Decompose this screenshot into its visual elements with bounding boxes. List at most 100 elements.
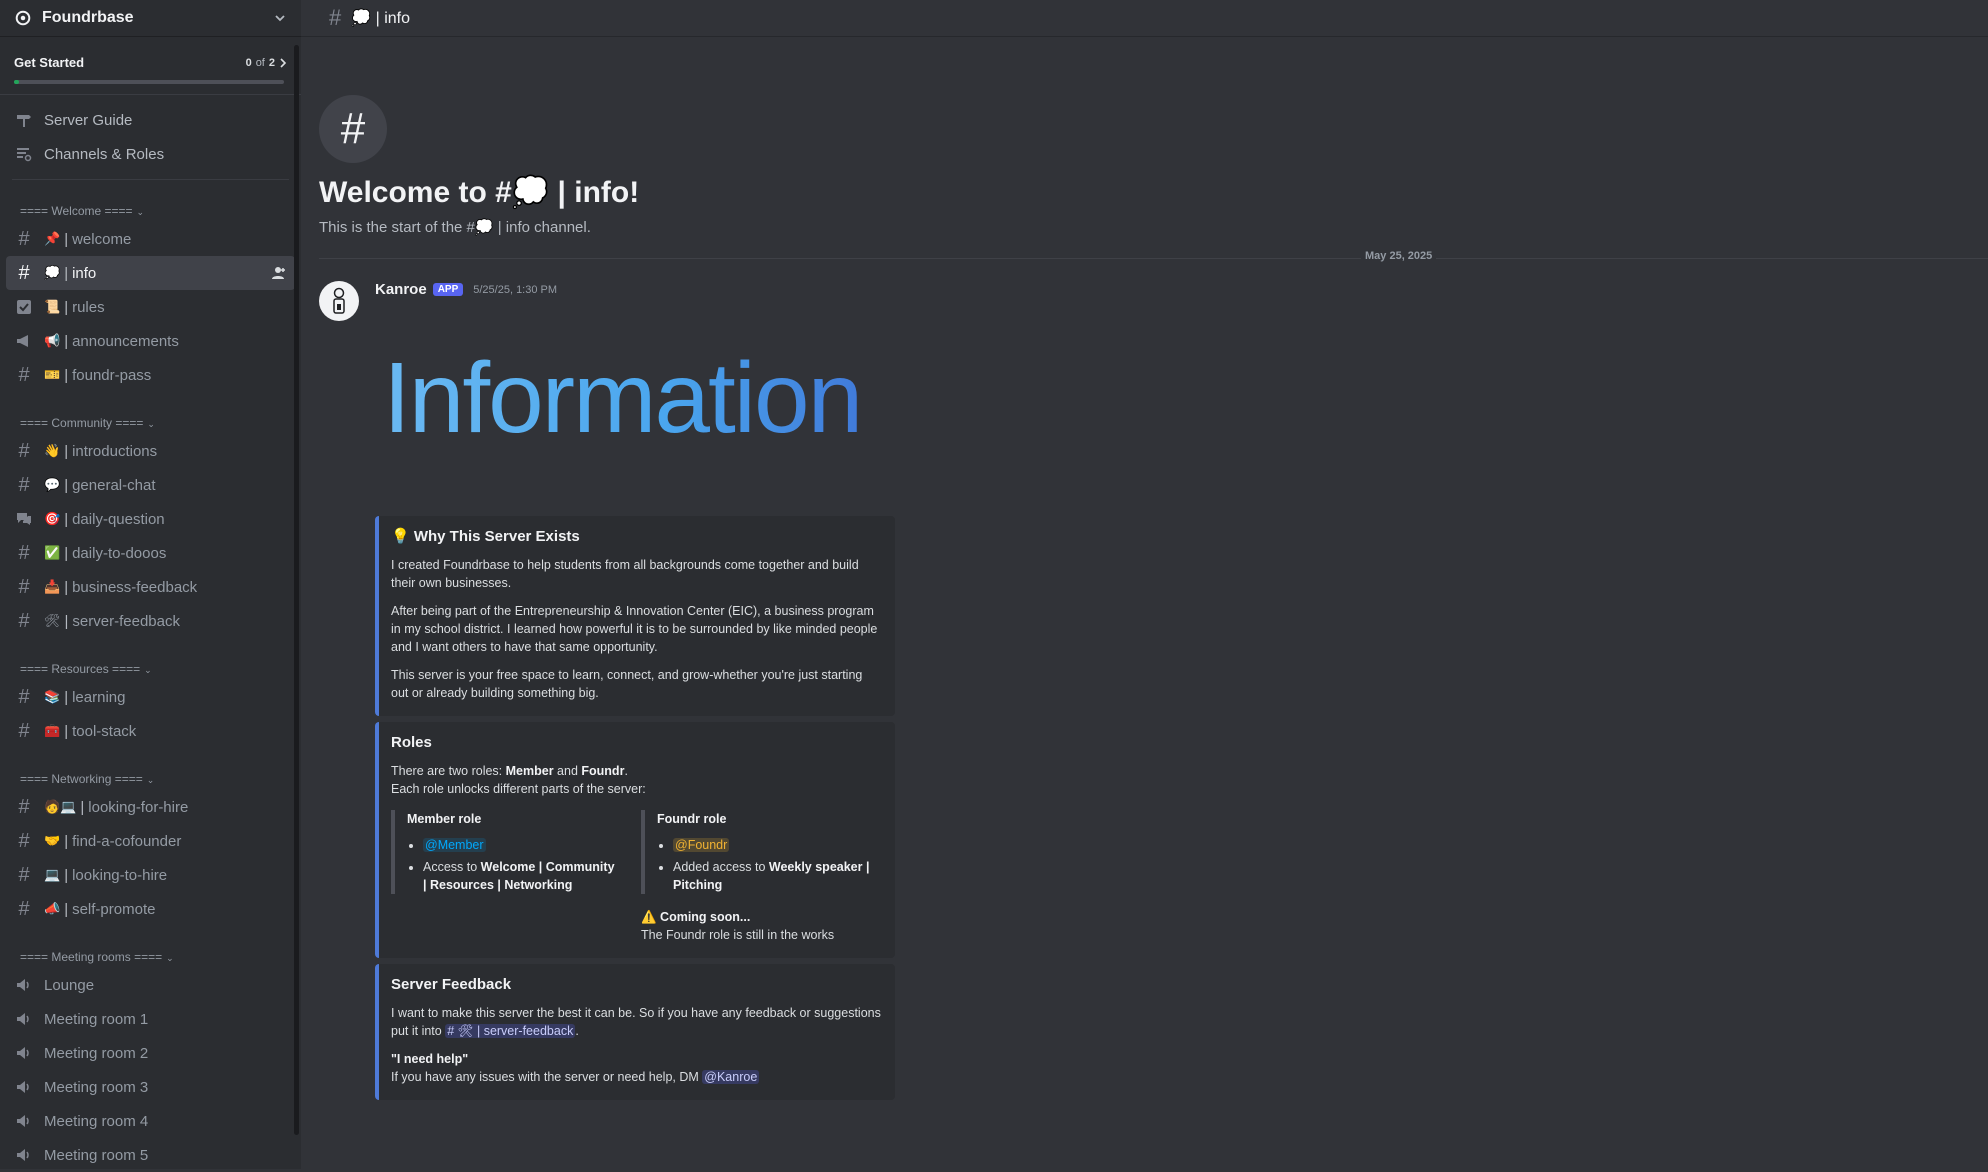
channel-name: looking-for-hire <box>88 798 189 816</box>
author-name[interactable]: Kanroe <box>375 281 427 298</box>
member-mention[interactable]: @Member <box>423 838 486 852</box>
channels-roles-link[interactable]: Channels & Roles <box>6 137 295 171</box>
channel-topbar: # 💭 | info <box>301 0 1988 37</box>
chevron-down-icon: ⌄ <box>166 953 174 963</box>
voice-channel-meeting-4[interactable]: Meeting room 4 <box>6 1104 295 1138</box>
channel-emoji: 💻 <box>44 867 61 882</box>
category-community[interactable]: ==== Community ==== ⌄ <box>6 402 295 434</box>
channel-emoji: 🧰 <box>44 723 61 738</box>
embed-title: 💡 Why This Server Exists <box>391 528 580 545</box>
channel-name: learning <box>72 688 126 706</box>
channel-tool-stack[interactable]: # 🧰 | tool-stack <box>6 714 295 748</box>
channel-separator: | <box>64 510 69 528</box>
foundr-role-column: Foundr role @Foundr Added access to Week… <box>641 810 871 944</box>
voice-channel-meeting-5[interactable]: Meeting room 5 <box>6 1138 295 1172</box>
channel-separator: | <box>64 832 69 850</box>
channel-name: daily-question <box>72 510 165 528</box>
channel-emoji: 📌 <box>44 231 61 246</box>
channel-daily-to-dooos[interactable]: # ✅ | daily-to-dooos <box>6 536 295 570</box>
embed-paragraph: After being part of the Entrepreneurship… <box>391 604 878 654</box>
text: Access to <box>423 860 481 874</box>
welcome-title: Welcome to #💭 | info! <box>319 176 640 209</box>
text: If you have any issues with the server o… <box>391 1070 703 1084</box>
voice-channel-name: Meeting room 3 <box>44 1078 149 1096</box>
get-started-count: 0 of 2 <box>246 57 287 69</box>
category-welcome[interactable]: ==== Welcome ==== ⌄ <box>6 190 295 222</box>
server-guide-link[interactable]: Server Guide <box>6 103 295 137</box>
channel-self-promote[interactable]: # 📣 | self-promote <box>6 892 295 926</box>
embed-paragraph: I want to make this server the best it c… <box>391 1004 883 1040</box>
voice-channel-meeting-2[interactable]: Meeting room 2 <box>6 1036 295 1070</box>
channel-name: foundr-pass <box>72 366 152 384</box>
foundr-mention[interactable]: @Foundr <box>673 838 730 852</box>
voice-channel-name: Meeting room 1 <box>44 1010 149 1028</box>
embed-server-feedback: Server Feedback I want to make this serv… <box>375 964 895 1100</box>
avatar[interactable] <box>319 281 359 321</box>
get-started-label: Get Started <box>14 55 85 70</box>
server-logo-icon <box>15 10 31 26</box>
voice-channel-meeting-3[interactable]: Meeting room 3 <box>6 1070 295 1104</box>
channel-daily-question[interactable]: 🎯 | daily-question <box>6 502 295 536</box>
channels-roles-icon <box>14 144 34 164</box>
welcome-subtitle: This is the start of the #💭 | info chann… <box>319 219 591 236</box>
channel-separator: | <box>64 442 69 460</box>
chevron-down-icon: ⌄ <box>144 665 152 675</box>
channel-business-feedback[interactable]: # 📥 | business-feedback <box>6 570 295 604</box>
roles-intro-line-2: Each role unlocks different parts of the… <box>391 782 646 796</box>
channel-emoji: 📚 <box>44 689 61 704</box>
avatar-figure-icon <box>333 287 345 314</box>
channel-separator: | <box>80 798 85 816</box>
channel-info[interactable]: # 💭 | info <box>6 256 295 290</box>
chevron-down-icon: ⌄ <box>147 419 155 429</box>
chevron-right-icon <box>280 57 287 68</box>
user-mention[interactable]: @Kanroe <box>702 1070 760 1084</box>
embed-roles: Roles There are two roles: Member and Fo… <box>375 722 895 958</box>
channel-separator: | <box>64 544 69 562</box>
channel-rules[interactable]: 📜 | rules <box>6 290 295 324</box>
category-networking[interactable]: ==== Networking ==== ⌄ <box>6 758 295 790</box>
channel-find-a-cofounder[interactable]: # 🤝 | find-a-cofounder <box>6 824 295 858</box>
channel-mention[interactable]: # 🛠 | server-feedback <box>445 1024 576 1038</box>
hash-icon: # <box>18 261 30 284</box>
roles-columns: Member role @Member Access to Welcome | … <box>391 810 883 944</box>
list-item: Access to Welcome | Community | Resource… <box>423 858 621 894</box>
message-area: # Welcome to #💭 | info! This is the star… <box>301 37 1988 1100</box>
member-role-list: @Member Access to Welcome | Community | … <box>407 836 621 894</box>
sidebar-scrollbar[interactable] <box>294 45 299 1135</box>
voice-channel-meeting-1[interactable]: Meeting room 1 <box>6 1002 295 1036</box>
channel-introductions[interactable]: # 👋 | introductions <box>6 434 295 468</box>
hash-icon: # <box>18 575 30 598</box>
channel-name: self-promote <box>72 900 156 918</box>
hash-icon: # <box>329 5 342 30</box>
server-name: Foundrbase <box>42 9 134 26</box>
category-resources[interactable]: ==== Resources ==== ⌄ <box>6 648 295 680</box>
foundr-role-title: Foundr role <box>657 812 727 826</box>
category-welcome-label: ==== Welcome ==== <box>20 204 133 218</box>
category-meeting-rooms[interactable]: ==== Meeting rooms ==== ⌄ <box>6 936 295 968</box>
channel-emoji: 🎯 <box>44 511 61 526</box>
signpost-icon <box>14 110 34 130</box>
channel-emoji: 📥 <box>44 579 61 594</box>
megaphone-icon <box>14 331 34 351</box>
channel-foundr-pass[interactable]: # 🎫 | foundr-pass <box>6 358 295 392</box>
channel-separator: | <box>64 230 69 248</box>
channel-announcements[interactable]: 📢 | announcements <box>6 324 295 358</box>
hash-icon: # <box>18 609 30 632</box>
channel-looking-for-hire[interactable]: # 🧑💻 | looking-for-hire <box>6 790 295 824</box>
get-started-panel[interactable]: Get Started 0 of 2 <box>0 37 301 95</box>
channel-welcome[interactable]: # 📌 | welcome <box>6 222 295 256</box>
voice-channel-name: Meeting room 2 <box>44 1044 149 1062</box>
server-header[interactable]: Foundrbase <box>0 0 301 37</box>
channel-general-chat[interactable]: # 💬 | general-chat <box>6 468 295 502</box>
hash-icon: # <box>18 541 30 564</box>
voice-channel-lounge[interactable]: Lounge <box>6 968 295 1002</box>
channel-learning[interactable]: # 📚 | learning <box>6 680 295 714</box>
voice-channel-name: Meeting room 5 <box>44 1146 149 1164</box>
progress-fill <box>14 80 20 84</box>
channel-server-feedback[interactable]: # 🛠 | server-feedback <box>6 604 295 638</box>
add-member-icon[interactable] <box>271 265 287 281</box>
chevron-down-icon[interactable] <box>273 11 287 25</box>
channel-looking-to-hire[interactable]: # 💻 | looking-to-hire <box>6 858 295 892</box>
channel-emoji: 📣 <box>44 901 61 916</box>
channel-name: welcome <box>72 230 132 248</box>
